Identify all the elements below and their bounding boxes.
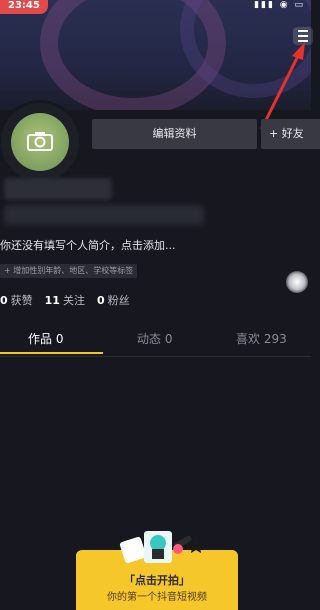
menu-icon[interactable] <box>293 27 313 45</box>
stat-followers[interactable]: 0 粉丝 <box>97 292 130 308</box>
shooting-illustration <box>119 531 205 564</box>
edit-profile-button[interactable]: 编辑资料 <box>92 119 257 149</box>
floating-assistive-button[interactable] <box>286 271 308 293</box>
bio-prompt[interactable]: 你还没有填写个人简介，点击添加... <box>0 237 176 253</box>
tab-activity[interactable]: 动态 0 <box>137 330 172 347</box>
status-time: 23:45 <box>0 0 48 14</box>
profile-tag-button[interactable]: + 增加性别年龄、地区、学校等标签 <box>0 264 138 278</box>
add-friend-button[interactable]: + 好友 <box>261 119 320 149</box>
user-id-redacted <box>4 205 204 225</box>
nickname-redacted <box>4 178 112 200</box>
start-shooting-subtitle: 你的第一个抖音短视频 <box>107 592 207 603</box>
stat-likes[interactable]: 0 获赞 <box>0 292 33 308</box>
avatar[interactable] <box>0 100 82 184</box>
tab-likes[interactable]: 喜欢 293 <box>236 330 287 347</box>
profile-stats: 0 获赞 11 关注 0 粉丝 <box>0 292 130 308</box>
profile-header-background <box>0 0 311 110</box>
tab-works[interactable]: 作品 0 <box>28 330 63 347</box>
start-shooting-title: 「点击开拍」 <box>124 574 190 587</box>
active-tab-indicator <box>0 352 103 354</box>
camera-icon <box>27 132 53 151</box>
status-icons: ▮▮▮ ◉ ▭ <box>254 0 305 10</box>
stat-following[interactable]: 11 关注 <box>45 292 85 308</box>
